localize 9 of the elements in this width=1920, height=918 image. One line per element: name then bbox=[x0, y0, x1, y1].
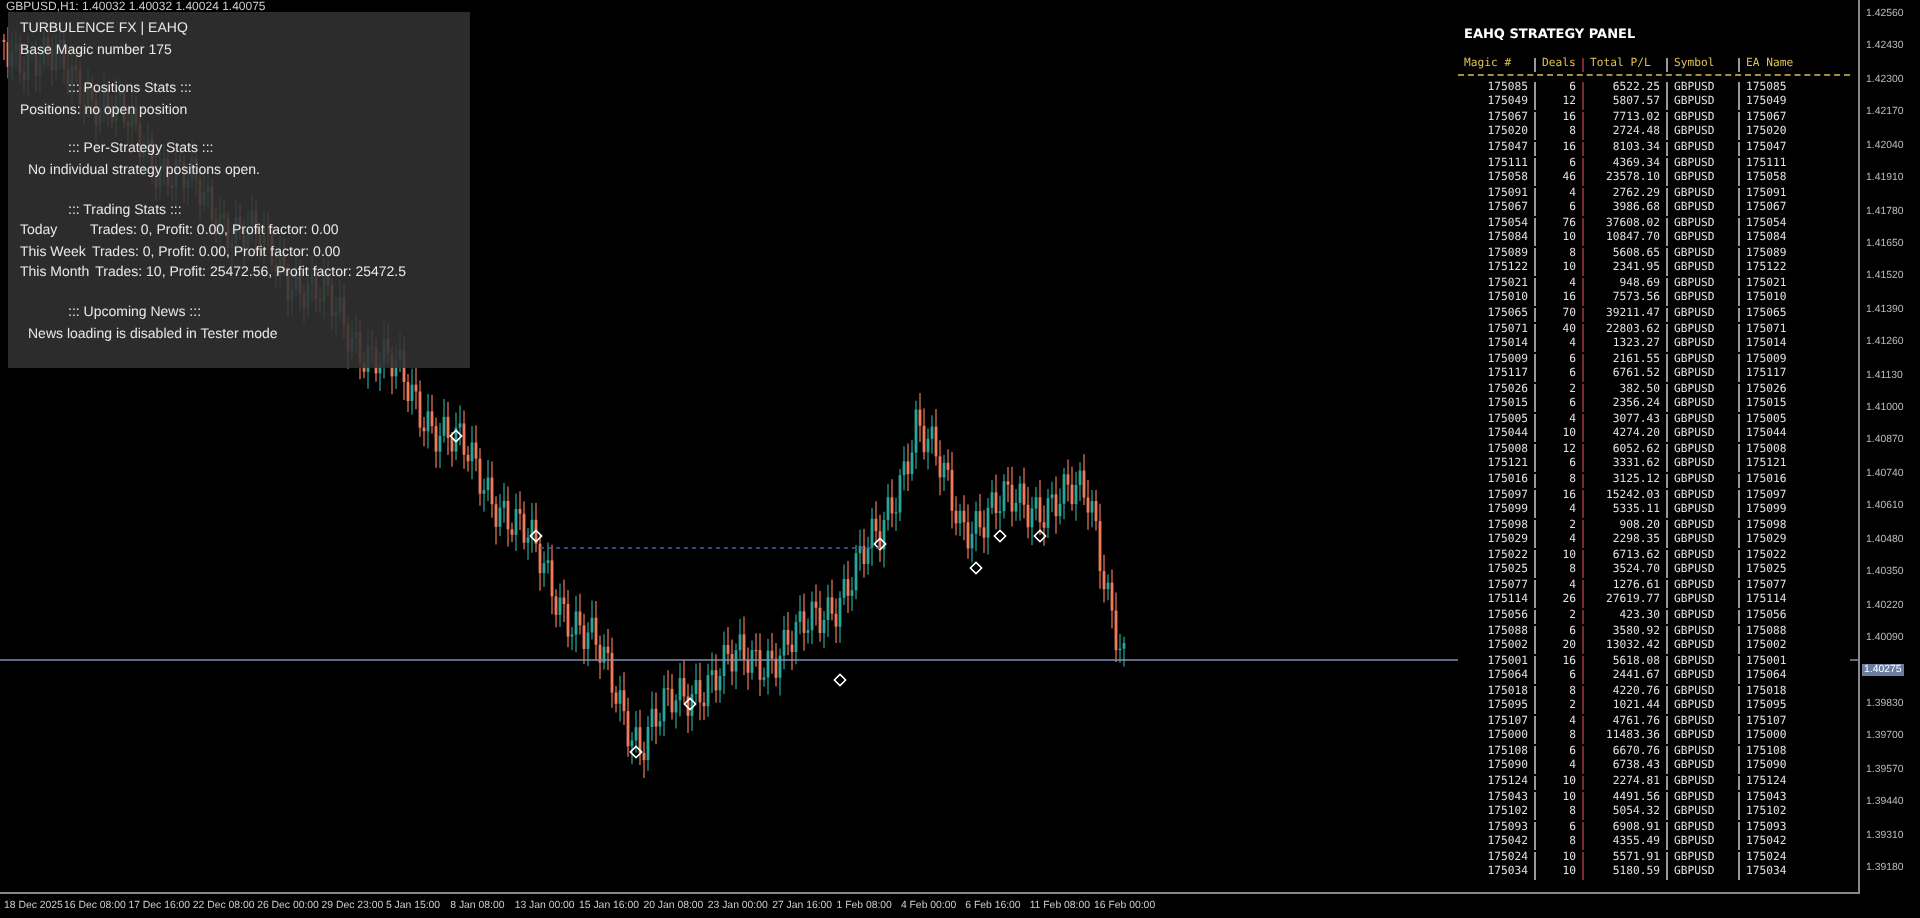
trade-marker-icon bbox=[629, 745, 643, 759]
trade-marker-icon bbox=[449, 429, 463, 443]
trade-marker-icon bbox=[969, 561, 983, 575]
trade-marker-icon bbox=[873, 537, 887, 551]
trade-marker-icon bbox=[1033, 529, 1047, 543]
trade-marker-icon bbox=[529, 529, 543, 543]
trade-marker-icon bbox=[683, 697, 697, 711]
trade-marker-icon bbox=[833, 673, 847, 687]
trade-marker-icon bbox=[993, 529, 1007, 543]
